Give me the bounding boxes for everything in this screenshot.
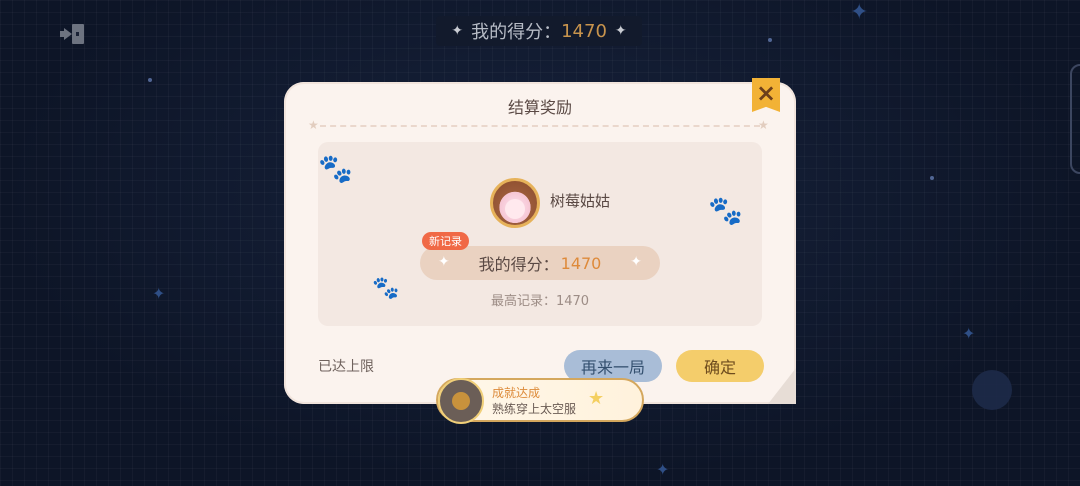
- sparkle-icon: ✦: [656, 460, 670, 479]
- score-label: 我的得分：: [478, 255, 559, 274]
- paw-decor-icon: 🐾: [708, 194, 743, 227]
- limit-reached-text: 已达上限: [318, 359, 374, 375]
- paw-decor-icon: 🐾: [318, 152, 353, 185]
- dashed-divider: [320, 125, 760, 127]
- exit-icon[interactable]: [60, 20, 88, 48]
- sparkle-icon: ✦: [850, 0, 869, 25]
- sparkle-icon: ✦: [630, 254, 642, 270]
- star-icon: ★: [588, 388, 605, 409]
- new-record-badge: 新记录: [422, 232, 469, 250]
- star-icon: ★: [308, 118, 319, 132]
- modal-title: 结算奖励: [507, 98, 572, 117]
- sparkle-icon: ✦: [438, 254, 450, 270]
- player-name: 树莓姑姑: [550, 192, 611, 210]
- confirm-button[interactable]: 确定: [676, 350, 764, 382]
- top-score-display: ✦ 我的得分： 1470 ✦: [436, 16, 642, 46]
- decor-dot: [148, 78, 152, 82]
- decor-dot: [768, 38, 772, 42]
- sparkle-icon: ✦: [614, 23, 627, 39]
- result-panel: 🐾 🐾 🐾 树莓姑姑 ✦ 我的得分： 1470 ✦ 新记录 最高记录：1470: [318, 142, 762, 326]
- achievement-name: 熟练穿上太空服: [492, 402, 577, 416]
- medal-icon: [438, 378, 484, 424]
- best-record-text: 最高记录：1470: [490, 294, 590, 309]
- star-icon: ★: [758, 118, 769, 132]
- close-icon: ×: [755, 79, 777, 107]
- avatar-face: [505, 199, 525, 219]
- round-button[interactable]: [972, 370, 1012, 410]
- score-value: 1470: [560, 253, 602, 273]
- avatar: [490, 178, 540, 228]
- result-modal: 结算奖励 ★ ★ 🐾 🐾 🐾 树莓姑姑 ✦ 我的得分： 1470 ✦ 新记录 最…: [284, 82, 796, 404]
- sparkle-icon: ✦: [152, 284, 166, 303]
- side-panel-handle[interactable]: [1070, 64, 1080, 174]
- achievement-title: 成就达成: [492, 386, 541, 400]
- top-score-value: 1470: [561, 20, 607, 42]
- top-score-label: 我的得分：: [471, 22, 562, 43]
- sparkle-icon: ✦: [451, 23, 464, 39]
- decor-dot: [930, 176, 934, 180]
- score-pill: ✦ 我的得分： 1470 ✦: [420, 246, 660, 280]
- sparkle-icon: ✦: [962, 324, 976, 343]
